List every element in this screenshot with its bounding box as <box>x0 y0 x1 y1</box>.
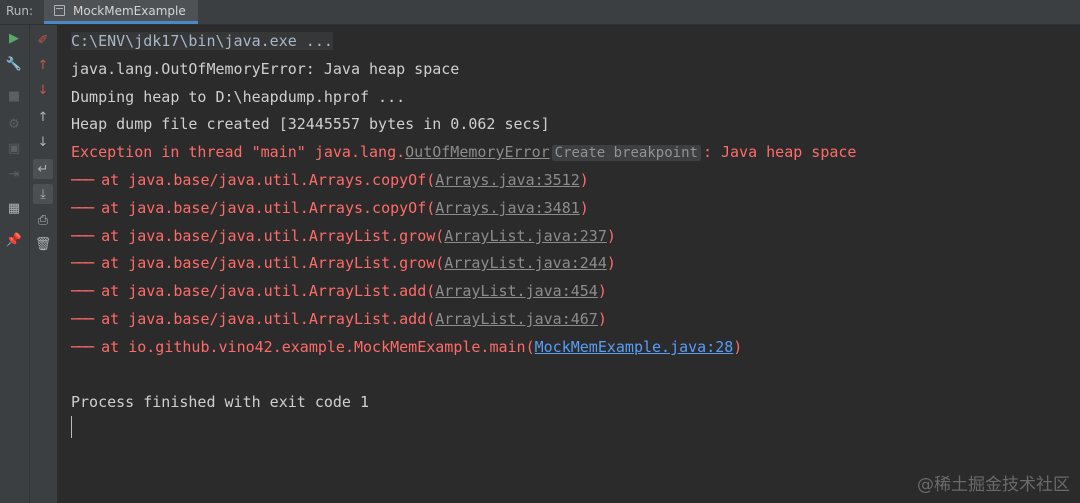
process-finished-message: Process finished with exit code 1 <box>71 393 370 411</box>
stack-fold-icon: ─── <box>71 338 94 356</box>
stack-method: at java.base/java.util.ArrayList.grow( <box>92 254 445 272</box>
down-arrow-icon[interactable]: ↓ <box>34 133 52 151</box>
stack-method: at java.base/java.util.Arrays.copyOf( <box>92 171 436 189</box>
stack-location-link[interactable]: ArrayList.java:244 <box>444 254 607 272</box>
next-error-icon[interactable]: ↓ <box>34 81 52 99</box>
stack-fold-icon: ─── <box>71 254 94 272</box>
stack-close-paren: ) <box>579 171 589 189</box>
exception-suffix: : Java heap space <box>702 143 857 161</box>
stack-location-link[interactable]: ArrayList.java:467 <box>435 310 598 328</box>
stack-trace-row: ─── at java.base/java.util.ArrayList.gro… <box>71 254 616 272</box>
stack-close-paren: ) <box>579 199 589 217</box>
stack-fold-icon: ─── <box>71 227 94 245</box>
oom-message: java.lang.OutOfMemoryError: Java heap sp… <box>71 60 460 78</box>
stack-location-link[interactable]: ArrayList.java:237 <box>444 227 607 245</box>
stack-trace-row: ─── at java.base/java.util.Arrays.copyOf… <box>71 171 589 189</box>
run-toolbar-primary: ▶ 🔧 ■ ⚙ ▣ ⇥ ▦ 📌 <box>0 25 30 503</box>
soft-wrap-icon[interactable]: ↵ <box>33 159 53 179</box>
stack-close-paren: ) <box>597 282 607 300</box>
rerun-icon[interactable]: ▶ <box>5 29 23 47</box>
trash-icon[interactable]: 🗑 <box>34 235 52 253</box>
run-label: Run: <box>6 4 34 18</box>
stack-method: at java.base/java.util.ArrayList.add( <box>92 282 436 300</box>
exception-class-link[interactable]: OutOfMemoryError <box>405 143 550 161</box>
stack-trace-row: ─── at java.base/java.util.ArrayList.gro… <box>71 227 616 245</box>
stack-fold-icon: ─── <box>71 310 94 328</box>
create-breakpoint-button[interactable]: Create breakpoint <box>551 145 701 161</box>
exception-prefix: Exception in thread "main" java.lang. <box>71 143 406 161</box>
stack-close-paren: ) <box>597 310 607 328</box>
stack-location-link[interactable]: Arrays.java:3481 <box>435 199 580 217</box>
stack-fold-icon: ─── <box>71 282 94 300</box>
watermark: @稀土掘金技术社区 <box>917 475 1070 495</box>
run-toolbar-secondary: ✐ ↑ ↓ ↑ ↓ ↵ ⤓ ⎙ 🗑 <box>30 25 58 503</box>
stack-fold-icon: ─── <box>71 199 94 217</box>
stack-close-paren: ) <box>606 254 616 272</box>
print-icon[interactable]: ⎙ <box>34 211 52 229</box>
stop-icon[interactable]: ■ <box>5 87 23 105</box>
run-tab-bar: Run: MockMemExample <box>0 0 1080 25</box>
scroll-to-end-icon[interactable]: ⤓ <box>33 184 53 204</box>
stack-close-paren: ) <box>606 227 616 245</box>
stack-trace-row: ─── at java.base/java.util.Arrays.copyOf… <box>71 199 589 217</box>
wrench-icon[interactable]: 🔧 <box>5 55 23 73</box>
heap-dump-created-message: Heap dump file created [32445557 bytes i… <box>71 115 550 133</box>
pin-icon[interactable]: 📌 <box>5 231 23 249</box>
layout-icon[interactable]: ▦ <box>5 199 23 217</box>
stack-location-link[interactable]: Arrays.java:3512 <box>435 171 580 189</box>
up-arrow-icon[interactable]: ↑ <box>34 108 52 126</box>
clear-output-icon[interactable]: ✐ <box>34 31 52 49</box>
camera-icon[interactable]: ▣ <box>5 139 23 157</box>
stack-method: at io.github.vino42.example.MockMemExamp… <box>92 338 535 356</box>
stack-method: at java.base/java.util.ArrayList.grow( <box>92 227 445 245</box>
stack-location-link[interactable]: MockMemExample.java:28 <box>535 338 734 356</box>
dumping-heap-message: Dumping heap to D:\heapdump.hprof ... <box>71 88 406 106</box>
exit-icon[interactable]: ⇥ <box>5 165 23 183</box>
stack-trace-row: ─── at java.base/java.util.ArrayList.add… <box>71 282 607 300</box>
command-line[interactable]: C:\ENV\jdk17\bin\java.exe ... <box>71 32 333 50</box>
stack-method: at java.base/java.util.Arrays.copyOf( <box>92 199 436 217</box>
stack-trace-row: ─── at io.github.vino42.example.MockMemE… <box>71 338 742 356</box>
stack-fold-icon: ─── <box>71 171 94 189</box>
stack-close-paren: ) <box>733 338 743 356</box>
stack-trace-row: ─── at java.base/java.util.ArrayList.add… <box>71 310 607 328</box>
previous-error-icon[interactable]: ↑ <box>34 56 52 74</box>
text-cursor <box>71 416 72 438</box>
stack-location-link[interactable]: ArrayList.java:454 <box>435 282 598 300</box>
console-output[interactable]: C:\ENV\jdk17\bin\java.exe ... java.lang.… <box>58 25 1080 503</box>
run-config-icon <box>54 5 65 16</box>
stack-method: at java.base/java.util.ArrayList.add( <box>92 310 436 328</box>
debug-icon[interactable]: ⚙ <box>5 115 23 133</box>
exception-line: Exception in thread "main" java.lang.Out… <box>71 143 856 162</box>
tab-label: MockMemExample <box>73 4 186 18</box>
tab-mockmemexample[interactable]: MockMemExample <box>44 0 198 24</box>
